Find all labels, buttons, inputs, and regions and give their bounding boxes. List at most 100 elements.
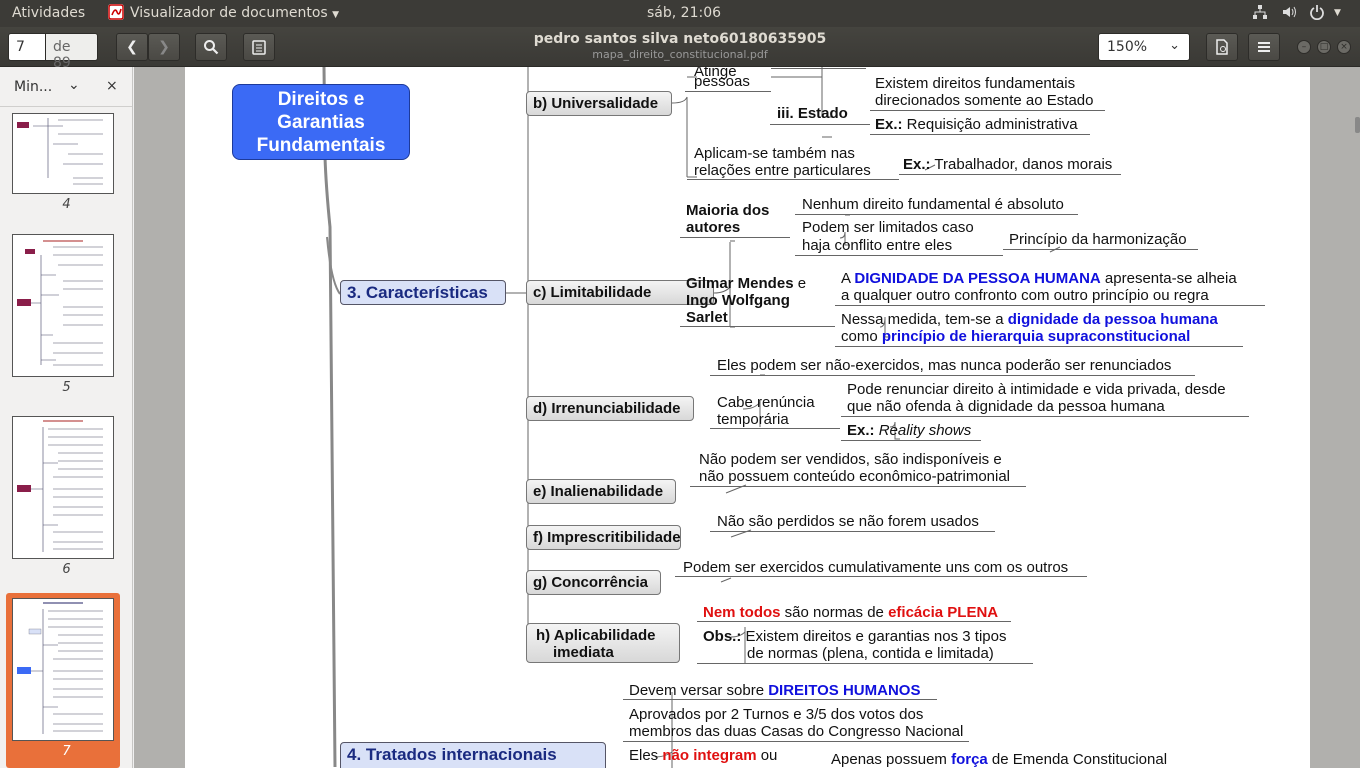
text-concorrencia: Podem ser exercidos cumulativamente uns …: [683, 559, 1069, 576]
underline: [1003, 249, 1198, 250]
gilmar-e: e: [793, 275, 807, 292]
underline: [841, 440, 981, 441]
ex-label: Ex.:: [903, 156, 931, 173]
text-aprovados-2: membros das duas Casas do Congresso Naci…: [629, 723, 964, 740]
text-ex-reality: Ex.: Reality shows: [847, 422, 971, 439]
text-estado-desc-1: Existem direitos fundamentais: [875, 75, 1076, 92]
zoom-select[interactable]: 150% ⌄: [1098, 33, 1190, 61]
text-limitados-2: haja conflito entre eles: [802, 237, 953, 254]
clipboard-icon: [252, 40, 266, 55]
text-dignidade-2: a qualquer outro confronto com outro pri…: [841, 287, 1209, 304]
node-inalienabilidade: e) Inalienabilidade: [526, 479, 676, 504]
underline: [697, 663, 1033, 664]
ex-label: Ex.:: [875, 116, 903, 133]
close-button[interactable]: ×: [1337, 40, 1351, 54]
app-menu[interactable]: Visualizador de documentos ▼: [130, 5, 339, 21]
search-icon: [204, 40, 219, 55]
text-run: são normas de: [780, 604, 889, 621]
page-settings-button[interactable]: [1206, 33, 1238, 61]
search-button[interactable]: [195, 33, 227, 61]
text-run: ou: [756, 747, 778, 764]
underline: [680, 237, 790, 238]
text-particulares-1: Aplicam-se também nas: [694, 145, 855, 162]
text-nessa-medida-1: Nessa medida, tem-se a dignidade da pess…: [841, 311, 1218, 328]
activities-button[interactable]: Atividades: [12, 5, 85, 21]
ex-text: Trabalhador, danos morais: [930, 156, 1113, 173]
sidebar-close-button[interactable]: ×: [106, 78, 118, 94]
underline: [675, 576, 1087, 577]
text-direitos-humanos: Devem versar sobre DIREITOS HUMANOS: [629, 682, 920, 699]
highlight-blue: dignidade da pessoa humana: [1007, 311, 1218, 328]
text-run: de Emenda Constitucional: [987, 751, 1168, 768]
highlight-blue: força: [951, 751, 988, 768]
text-forca-emenda: Apenas possuem força de Emenda Constituc…: [831, 751, 1167, 768]
page-thumbnail[interactable]: [12, 113, 114, 194]
ex-text: Reality shows: [878, 422, 972, 439]
text-ingo: Ingo Wolfgang: [686, 292, 790, 309]
underline: [835, 305, 1265, 306]
underline: [710, 428, 840, 429]
next-page-button[interactable]: ❯: [148, 33, 180, 61]
ex-label: Ex.:: [847, 422, 875, 439]
document-icon: [1216, 39, 1228, 55]
annotations-button[interactable]: [243, 33, 275, 61]
scrollbar-thumb[interactable]: [1355, 117, 1360, 133]
text-run: Eles: [629, 747, 663, 764]
highlight-blue: DIGNIDADE DA PESSOA HUMANA: [854, 270, 1101, 287]
text-nao-absoluto: Nenhum direito fundamental é absoluto: [802, 196, 1064, 213]
page-thumbnail[interactable]: [12, 416, 114, 559]
section-caracteristicas: 3. Características: [340, 280, 506, 305]
text-dignidade-1: A DIGNIDADE DA PESSOA HUMANA apresenta-s…: [841, 270, 1237, 287]
network-icon[interactable]: [1252, 4, 1268, 24]
page-thumbnail[interactable]: [12, 598, 114, 741]
text-ex-requisicao: Ex.: Requisição administrativa: [875, 116, 1078, 133]
text-run: Devem versar sobre: [629, 682, 769, 699]
chevron-down-icon[interactable]: ▼: [1334, 8, 1341, 18]
underline: [795, 255, 1003, 256]
underline: [710, 531, 995, 532]
underline: [870, 134, 1090, 135]
document-viewer-icon: [108, 4, 124, 20]
menu-button[interactable]: [1248, 33, 1280, 61]
text-pode-renunciar-1: Pode renunciar direito à intimidade e vi…: [847, 381, 1226, 398]
text-gilmar: Gilmar Mendes e: [686, 275, 806, 292]
previous-page-button[interactable]: ❮: [116, 33, 148, 61]
text-run: como: [841, 328, 882, 345]
underline: [685, 91, 771, 92]
ex-text: Requisição administrativa: [902, 116, 1078, 133]
text-nao-integram: Eles não integram ou: [629, 747, 777, 764]
text-ex-trabalhador: Ex.: Trabalhador, danos morais: [903, 156, 1112, 173]
document-view[interactable]: Direitos e Garantias Fundamentais b) Uni…: [134, 67, 1360, 768]
page-number-input[interactable]: 7: [8, 33, 46, 61]
text-nessa-medida-2: como princípio de hierarquia supraconsti…: [841, 328, 1190, 345]
sidebar-mode-select[interactable]: Min...: [14, 79, 52, 95]
underline: [690, 486, 1026, 487]
obs-text: Existem direitos e garantias nos 3 tipos: [741, 628, 1007, 645]
chevron-down-icon[interactable]: ⌄: [68, 77, 80, 93]
thumbnail-label: 6: [62, 562, 71, 577]
thumbnail-label: 5: [62, 380, 71, 395]
underline: [710, 375, 1195, 376]
chevron-left-icon: ❮: [126, 39, 138, 55]
underline: [870, 110, 1105, 111]
page-thumbnail[interactable]: [12, 234, 114, 377]
highlight-red: eficácia PLENA: [888, 604, 999, 621]
thumbnail-label: 7: [62, 744, 71, 759]
thumbnail-label: 4: [62, 197, 71, 212]
text-cabe-renuncia-1: Cabe renúncia: [717, 394, 815, 411]
maximize-button[interactable]: □: [1317, 40, 1331, 54]
text-obs-2: de normas (plena, contida e limitada): [747, 645, 994, 662]
text-inalien-1: Não podem ser vendidos, são indisponívei…: [699, 451, 1002, 468]
gilmar-name: Gilmar Mendes: [686, 275, 794, 292]
volume-icon[interactable]: [1281, 4, 1297, 24]
text-estado-desc-2: direcionados somente ao Estado: [875, 92, 1094, 109]
section-tratados: 4. Tratados internacionais: [340, 742, 606, 768]
clock[interactable]: sáb, 21:06: [647, 5, 721, 21]
highlight-red: Nem todos: [703, 604, 781, 621]
hamburger-icon: [1258, 42, 1270, 52]
node-universalidade: b) Universalidade: [526, 91, 672, 116]
minimize-button[interactable]: –: [1297, 40, 1311, 54]
text-run: Apenas possuem: [831, 751, 952, 768]
power-icon[interactable]: [1309, 4, 1325, 24]
underline: [835, 346, 1243, 347]
